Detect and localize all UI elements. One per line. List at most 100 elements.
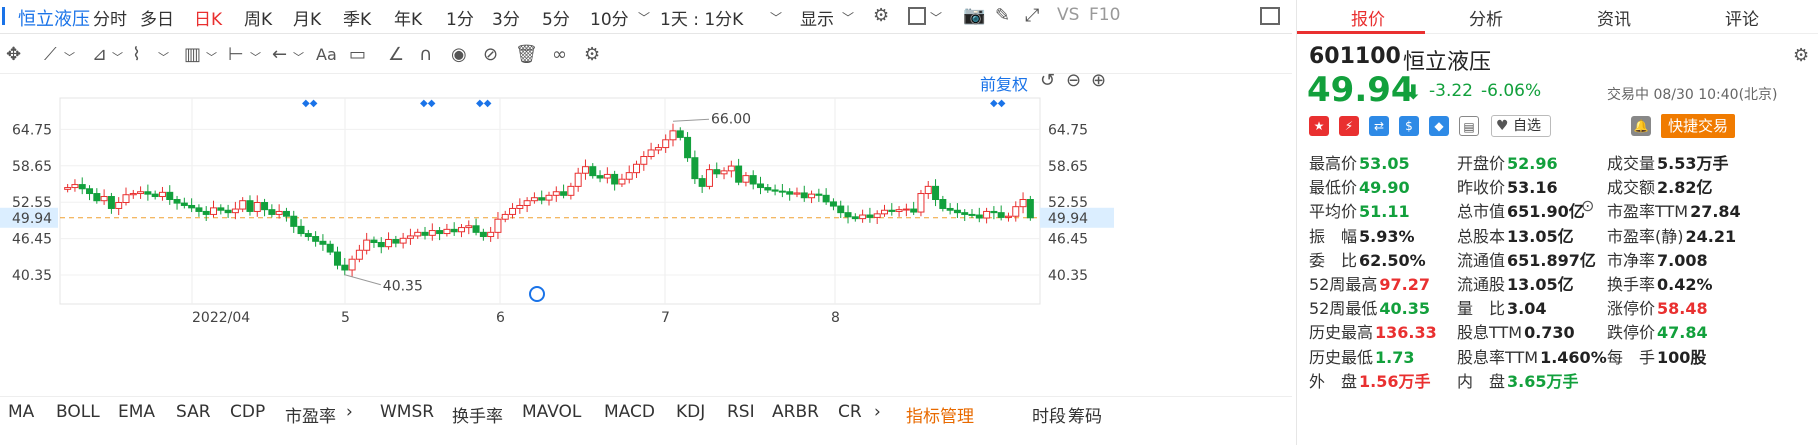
tab-period-2[interactable]: 日K bbox=[194, 5, 222, 30]
stat-label: 昨收价 bbox=[1457, 178, 1506, 198]
stat-value: 40.35 bbox=[1379, 299, 1430, 319]
display-menu[interactable]: 显示 bbox=[800, 5, 834, 30]
candle-body bbox=[866, 214, 874, 218]
arrow-left-icon[interactable]: ← bbox=[272, 45, 287, 65]
comment-icon[interactable]: ▭ bbox=[349, 45, 366, 65]
lightning-icon[interactable]: ⚡ bbox=[1339, 116, 1359, 136]
indicator-manage-button[interactable]: 指标管理 bbox=[906, 402, 974, 427]
tab-period-4[interactable]: 月K bbox=[293, 5, 321, 30]
stat-value: 5.53万手 bbox=[1657, 154, 1729, 173]
trash-icon[interactable]: 🗑 bbox=[515, 45, 538, 65]
chevron-down-icon: ﹀ bbox=[112, 51, 123, 64]
chevron-right-icon[interactable]: › bbox=[346, 402, 353, 422]
line-tool-icon[interactable]: ⟋ bbox=[44, 45, 57, 65]
chart-style-icon[interactable] bbox=[908, 7, 926, 25]
x-tick-label: 8 bbox=[831, 310, 840, 326]
indicator-turnover[interactable]: 换手率 bbox=[452, 402, 503, 427]
quick-trade-button[interactable]: 快捷交易 bbox=[1661, 114, 1735, 138]
chevron-right-icon[interactable]: › bbox=[874, 402, 881, 422]
chevron-down-icon[interactable]: ﹀ bbox=[930, 8, 942, 28]
magnet-icon[interactable]: ∩ bbox=[419, 45, 432, 65]
move-icon[interactable]: ✥ bbox=[6, 45, 21, 65]
indicator-pe[interactable]: 市盈率 bbox=[285, 402, 336, 427]
session-button[interactable]: 时段 bbox=[1032, 402, 1066, 427]
candle-body bbox=[837, 205, 845, 214]
settings-icon[interactable]: ⚙ bbox=[584, 45, 600, 65]
candle-body bbox=[1019, 199, 1027, 208]
indicator-boll[interactable]: BOLL bbox=[56, 402, 100, 422]
tab-news[interactable]: 资讯 bbox=[1597, 5, 1631, 30]
tab-comments[interactable]: 评论 bbox=[1725, 5, 1759, 30]
compare-button[interactable]: VS bbox=[1057, 5, 1079, 25]
indicator-wmsr[interactable]: WMSR bbox=[380, 402, 434, 422]
stat-item: 跌停价 47.84 bbox=[1607, 319, 1708, 343]
shuffle-icon[interactable]: ⇄ bbox=[1369, 116, 1389, 136]
stat-item: 最低价 49.90 bbox=[1309, 174, 1410, 198]
sidebar-toggle-icon[interactable] bbox=[1260, 7, 1280, 25]
tag-icon[interactable]: ◆ bbox=[1429, 116, 1449, 136]
candle-body bbox=[326, 243, 334, 253]
indicator-sar[interactable]: SAR bbox=[176, 402, 211, 422]
indicator-cr[interactable]: CR bbox=[838, 402, 862, 422]
text-tool-icon[interactable]: Aa bbox=[316, 45, 337, 65]
tab-period-6[interactable]: 年K bbox=[394, 5, 422, 30]
interval-select[interactable]: 1天 : 1分K bbox=[660, 5, 743, 30]
candle-body bbox=[545, 194, 553, 201]
tab-analysis[interactable]: 分析 bbox=[1469, 5, 1503, 30]
indicator-mavol[interactable]: MAVOL bbox=[522, 402, 581, 422]
tab-period-9[interactable]: 5分 bbox=[542, 5, 570, 30]
chevron-down-icon[interactable]: ﹀ bbox=[770, 8, 782, 28]
more-icon[interactable]: ⊙ bbox=[1581, 196, 1594, 216]
stat-label: 最低价 bbox=[1309, 178, 1358, 198]
fullscreen-icon[interactable]: ⤢ bbox=[1025, 6, 1039, 26]
chevron-down-icon[interactable]: ﹀ bbox=[842, 8, 854, 28]
event-marker-icon: ◆◆ bbox=[990, 98, 1006, 109]
panel-toggle-icon[interactable] bbox=[2, 7, 8, 25]
tab-period-7[interactable]: 1分 bbox=[446, 5, 474, 30]
tab-period-5[interactable]: 季K bbox=[343, 5, 371, 30]
indicator-ma[interactable]: MA bbox=[8, 402, 34, 422]
chart-tool-icon[interactable]: ▥ bbox=[184, 45, 201, 65]
f10-button[interactable]: F10 bbox=[1089, 5, 1120, 25]
bookmark-icon[interactable]: ▤ bbox=[1459, 116, 1479, 136]
candle-body bbox=[370, 239, 378, 243]
link-icon[interactable]: ∞ bbox=[552, 45, 567, 65]
add-watchlist-button[interactable]: ♥ 自选 bbox=[1491, 115, 1551, 137]
tab-period-1[interactable]: 多日 bbox=[140, 5, 174, 30]
tab-period-8[interactable]: 3分 bbox=[492, 5, 520, 30]
chips-button[interactable]: 筹码 bbox=[1068, 402, 1102, 427]
hide-icon[interactable]: ⊘ bbox=[483, 45, 498, 65]
dollar-icon[interactable]: $ bbox=[1399, 116, 1419, 136]
tab-quote[interactable]: 报价 bbox=[1351, 5, 1385, 30]
stat-value: 52.96 bbox=[1507, 154, 1558, 173]
eye-icon[interactable]: ◉ bbox=[451, 45, 467, 65]
indicator-macd[interactable]: MACD bbox=[604, 402, 655, 422]
indicator-rsi[interactable]: RSI bbox=[727, 402, 755, 422]
indicator-cdp[interactable]: CDP bbox=[230, 402, 265, 422]
candle-body bbox=[224, 209, 232, 214]
kline-chart-area[interactable]: 前复权 ↺ ⊖ ⊕ 64.75 64.75 58.65 58.65 52.55 52.55… bbox=[0, 71, 1292, 386]
pencil-icon[interactable]: ✎ bbox=[995, 6, 1010, 26]
x-tick-label: 6 bbox=[496, 310, 505, 326]
polyline-tool-icon[interactable]: ⊿ bbox=[92, 45, 107, 65]
event-marker-icon: ◆◆ bbox=[302, 98, 318, 109]
settings-icon[interactable]: ⚙ bbox=[873, 6, 889, 26]
tab-period-3[interactable]: 周K bbox=[244, 5, 272, 30]
angle-icon[interactable]: ∠ bbox=[388, 45, 404, 65]
indicator-kdj[interactable]: KDJ bbox=[676, 402, 705, 422]
indicator-arbr[interactable]: ARBR bbox=[772, 402, 819, 422]
chevron-down-icon[interactable]: ﹀ bbox=[638, 8, 650, 28]
candle-body bbox=[188, 204, 196, 209]
tab-period-10[interactable]: 10分 bbox=[590, 5, 629, 30]
measure-icon[interactable]: ⊢ bbox=[228, 45, 244, 65]
indicator-ema[interactable]: EMA bbox=[118, 402, 155, 422]
min-marker-line bbox=[344, 274, 381, 286]
stock-code: 601100 bbox=[1309, 44, 1401, 69]
flag-cn-icon[interactable]: ★ bbox=[1309, 116, 1329, 136]
camera-icon[interactable]: 📷 bbox=[963, 6, 985, 26]
stat-item: 振 幅 5.93% bbox=[1309, 223, 1415, 247]
wave-tool-icon[interactable]: ⌇ bbox=[132, 45, 141, 65]
bell-icon[interactable]: 🔔 bbox=[1631, 116, 1651, 136]
settings-icon[interactable]: ⚙ bbox=[1793, 46, 1809, 66]
tab-period-0[interactable]: 分时 bbox=[93, 5, 127, 30]
